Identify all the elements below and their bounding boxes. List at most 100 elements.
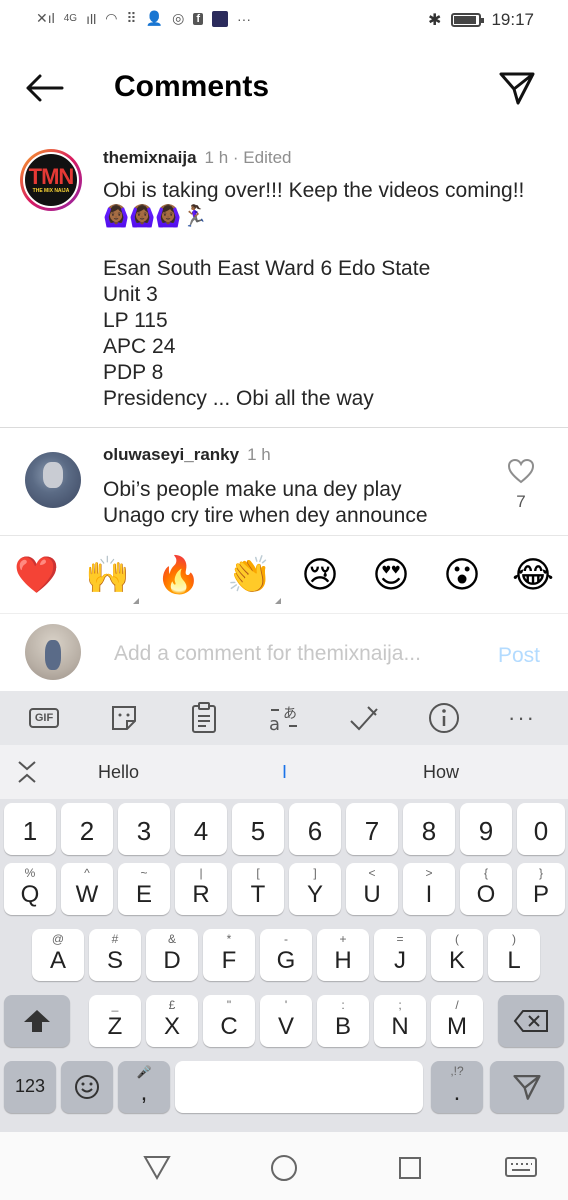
more-button[interactable]: ··· bbox=[502, 699, 542, 737]
collapse-keyboard-button[interactable] bbox=[16, 759, 40, 785]
nav-home-button[interactable] bbox=[270, 1154, 298, 1187]
emoji-cry[interactable]: 😢 bbox=[298, 554, 342, 598]
key-a[interactable]: @ A bbox=[32, 929, 84, 981]
key-p[interactable]: } P bbox=[517, 863, 565, 915]
key-c[interactable]: " C bbox=[203, 995, 255, 1047]
key-i[interactable]: > I bbox=[403, 863, 455, 915]
key-6[interactable]: 6 bbox=[289, 803, 341, 855]
add-user-icon: 👤 bbox=[145, 10, 164, 26]
key-u[interactable]: < U bbox=[346, 863, 398, 915]
key-0[interactable]: 0 bbox=[517, 803, 565, 855]
emoji-raised-hands[interactable]: 🙌 bbox=[85, 554, 139, 604]
gif-button[interactable]: GIF bbox=[24, 699, 64, 737]
key-label: 123 bbox=[14, 1076, 46, 1096]
key-q[interactable]: % Q bbox=[4, 863, 56, 915]
key-sub-label: = bbox=[396, 932, 404, 946]
handwriting-button[interactable] bbox=[344, 699, 384, 737]
key-label: U bbox=[363, 881, 381, 908]
key-k[interactable]: (K bbox=[431, 929, 483, 981]
key-z[interactable]: _ Z bbox=[89, 995, 141, 1047]
key-r[interactable]: | R bbox=[175, 863, 227, 915]
emoji-laugh[interactable]: 😂 bbox=[511, 554, 555, 598]
nav-recents-button[interactable] bbox=[398, 1156, 422, 1185]
key-y[interactable]: ] Y bbox=[289, 863, 341, 915]
key-s[interactable]: # S bbox=[89, 929, 141, 981]
numbers-switch-key[interactable]: 123 bbox=[4, 1061, 56, 1113]
translate-button[interactable]: aあ bbox=[264, 699, 304, 737]
key-label: E bbox=[135, 881, 152, 908]
like-button[interactable] bbox=[505, 458, 537, 489]
microphone-icon: 🎤 bbox=[136, 1065, 152, 1079]
key-x[interactable]: £ X bbox=[146, 995, 198, 1047]
key-4[interactable]: 4 bbox=[175, 803, 227, 855]
key-7[interactable]: 7 bbox=[346, 803, 398, 855]
emoji-surprised[interactable]: 😮 bbox=[440, 554, 484, 598]
key-9[interactable]: 9 bbox=[460, 803, 512, 855]
avatar[interactable] bbox=[25, 452, 81, 508]
suggestion-item[interactable]: How bbox=[423, 762, 459, 783]
triangle-back-icon bbox=[143, 1156, 171, 1181]
key-w[interactable]: ^ W bbox=[61, 863, 113, 915]
key-l[interactable]: ) L bbox=[488, 929, 540, 981]
key-b[interactable]: :B bbox=[317, 995, 369, 1047]
suggestion-item[interactable]: I bbox=[282, 762, 287, 783]
key-label: D bbox=[163, 947, 181, 974]
key-label: C bbox=[220, 1013, 238, 1040]
emoji-heart[interactable]: ❤️ bbox=[14, 554, 59, 598]
key-sub-label: / bbox=[455, 998, 459, 1012]
post-button[interactable]: Post bbox=[498, 644, 540, 668]
suggestion-item[interactable]: Hello bbox=[98, 762, 139, 783]
emoji-fire[interactable]: 🔥 bbox=[156, 554, 201, 598]
backspace-key[interactable] bbox=[498, 995, 564, 1047]
key-8[interactable]: 8 bbox=[403, 803, 455, 855]
key-n[interactable]: ; N bbox=[374, 995, 426, 1047]
key-o[interactable]: {O bbox=[460, 863, 512, 915]
emoji-key[interactable] bbox=[61, 1061, 113, 1113]
key-d[interactable]: & D bbox=[146, 929, 198, 981]
send-key[interactable] bbox=[490, 1061, 564, 1113]
backspace-icon bbox=[513, 1010, 548, 1032]
key-j[interactable]: = J bbox=[374, 929, 426, 981]
key-label: 9 bbox=[478, 816, 494, 846]
key-2[interactable]: 2 bbox=[61, 803, 113, 855]
like-count: 7 bbox=[516, 492, 526, 511]
avatar[interactable]: TMN THE MIX NAIJA bbox=[20, 149, 82, 211]
key-v[interactable]: ' V bbox=[260, 995, 312, 1047]
add-comment-row: Add a comment for themixnaija... Post bbox=[0, 613, 568, 691]
nav-back-button[interactable] bbox=[142, 1154, 172, 1185]
key-label: Y bbox=[306, 881, 323, 908]
key-f[interactable]: * F bbox=[203, 929, 255, 981]
comment-input[interactable]: Add a comment for themixnaija... bbox=[114, 642, 421, 666]
emoji-clap[interactable]: 👏 bbox=[227, 554, 281, 604]
clipboard-button[interactable] bbox=[184, 699, 224, 737]
sticker-button[interactable] bbox=[104, 699, 144, 737]
shift-key[interactable] bbox=[4, 995, 70, 1047]
key-label: A bbox=[49, 947, 66, 974]
app-icon bbox=[212, 10, 229, 27]
status-bar: ✕ıl 4G ıll ◠ ⠿ 👤 ◎ f ··· ✱ 19:17 bbox=[0, 0, 568, 44]
key-m[interactable]: / M bbox=[431, 995, 483, 1047]
grid-icon: ⠿ bbox=[126, 10, 137, 26]
comment-username[interactable]: themixnaija bbox=[103, 148, 197, 167]
info-button[interactable] bbox=[424, 699, 464, 737]
key-e[interactable]: ~ E bbox=[118, 863, 170, 915]
nav-keyboard-button[interactable] bbox=[504, 1156, 538, 1185]
space-key[interactable] bbox=[175, 1061, 423, 1113]
key-sub-label: [ bbox=[256, 866, 260, 880]
key-5[interactable]: 5 bbox=[232, 803, 284, 855]
back-button[interactable] bbox=[22, 70, 66, 106]
key-h[interactable]: + H bbox=[317, 929, 369, 981]
period-key[interactable]: ,!? . bbox=[431, 1061, 483, 1113]
comment-username[interactable]: oluwaseyi_ranky bbox=[103, 445, 239, 464]
key-t[interactable]: [T bbox=[232, 863, 284, 915]
emoji-heart-eyes[interactable]: 😍 bbox=[369, 554, 413, 598]
share-button[interactable] bbox=[496, 68, 538, 108]
key-3[interactable]: 3 bbox=[118, 803, 170, 855]
key-1[interactable]: 1 bbox=[4, 803, 56, 855]
square-recents-icon bbox=[399, 1157, 421, 1179]
key-g[interactable]: -G bbox=[260, 929, 312, 981]
emoji-clap-glyph: 👏 bbox=[227, 555, 272, 596]
comma-key[interactable]: 🎤 , bbox=[118, 1061, 170, 1113]
comments-screen: ✕ıl 4G ıll ◠ ⠿ 👤 ◎ f ··· ✱ 19:17 Comment… bbox=[0, 0, 568, 1200]
key-sub-label: ' bbox=[284, 998, 288, 1012]
